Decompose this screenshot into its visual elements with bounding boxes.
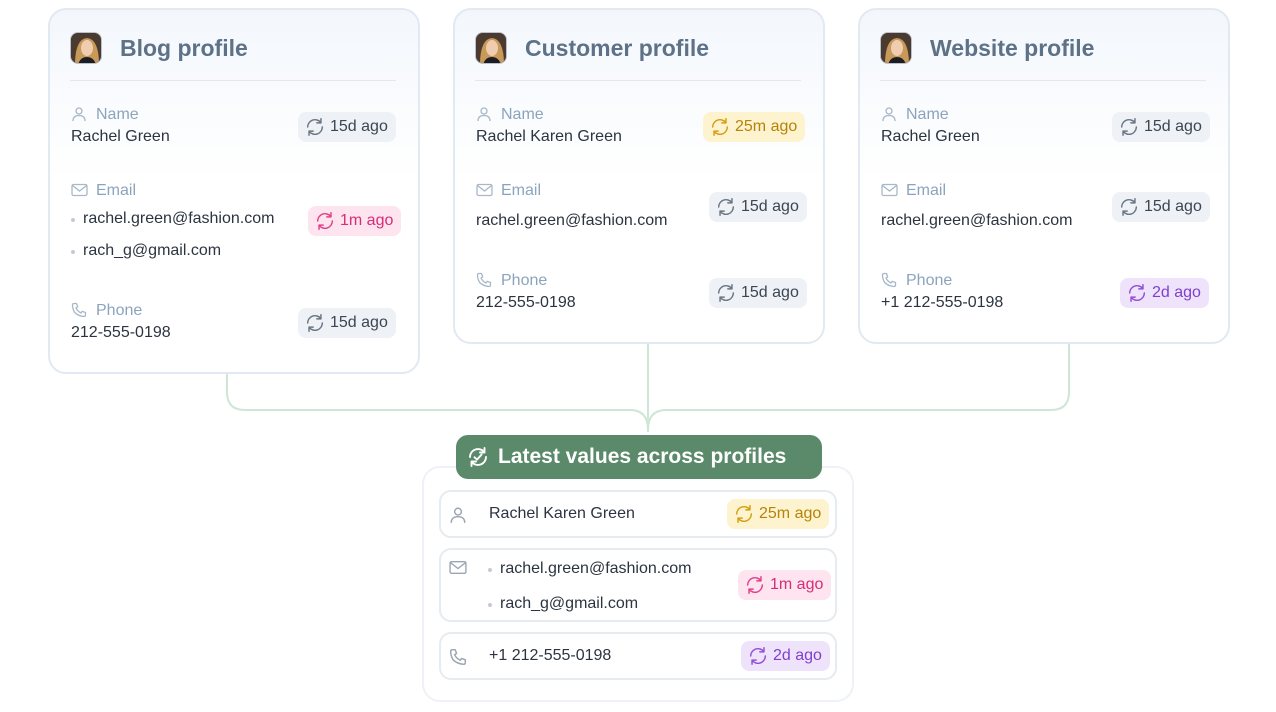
avatar: [70, 32, 102, 64]
sync-icon: [469, 447, 487, 467]
avatar: [880, 32, 912, 64]
customer-profile-card: Customer profile Name Rachel Karen Green…: [453, 8, 825, 344]
phone-updated-badge: 2d ago: [1120, 278, 1209, 308]
merged-title: Latest values across profiles: [498, 445, 787, 468]
merged-email-badge: 1m ago: [738, 570, 832, 600]
sync-icon: [717, 198, 735, 216]
sync-icon: [1120, 198, 1138, 216]
merged-phone-value: +1 212-555-0198: [489, 647, 612, 664]
avatar: [475, 32, 507, 64]
envelope-icon: [476, 183, 493, 197]
card-header: Website profile: [880, 30, 1206, 81]
sync-icon: [749, 647, 767, 665]
card-title: Customer profile: [525, 35, 710, 61]
card-header: Customer profile: [475, 30, 801, 81]
sync-icon: [316, 212, 334, 230]
email-value: rachel.green@fashion.com: [476, 212, 668, 229]
blog-profile-card: Blog profile Name Rachel Green 15d ago E…: [48, 8, 420, 374]
card-header: Blog profile: [70, 30, 396, 81]
phone-icon: [476, 272, 492, 288]
card-title: Blog profile: [120, 35, 248, 61]
merged-name-value: Rachel Karen Green: [489, 505, 635, 522]
name-updated-badge: 15d ago: [1112, 112, 1210, 142]
merged-email-item: rachel.green@fashion.com: [487, 560, 692, 577]
email-item: rach_g@gmail.com: [70, 242, 222, 259]
name-label: Name: [477, 106, 544, 124]
name-value: Rachel Green: [881, 128, 980, 145]
sync-icon: [306, 118, 324, 136]
phone-updated-badge: 15d ago: [709, 278, 807, 308]
name-updated-badge: 15d ago: [298, 112, 396, 142]
person-icon: [477, 107, 491, 122]
name-updated-badge: 25m ago: [703, 112, 806, 142]
merged-phone-row: +1 212-555-0198 2d ago: [439, 632, 837, 680]
email-updated-badge: 15d ago: [709, 192, 807, 222]
phone-icon: [881, 272, 897, 288]
sync-icon: [711, 118, 729, 136]
name-label: Name: [72, 106, 139, 124]
sync-icon: [717, 284, 735, 302]
website-profile-card: Website profile Name Rachel Green 15d ag…: [858, 8, 1230, 344]
name-label: Name: [882, 106, 949, 124]
envelope-icon: [881, 183, 898, 197]
envelope-icon: [71, 183, 88, 197]
envelope-icon: [449, 560, 467, 575]
sync-icon: [306, 314, 324, 332]
phone-value: 212-555-0198: [71, 324, 171, 341]
person-icon: [72, 107, 86, 122]
email-updated-badge: 15d ago: [1112, 192, 1210, 222]
merged-name-row: Rachel Karen Green 25m ago: [439, 490, 837, 538]
phone-updated-badge: 15d ago: [298, 308, 396, 338]
sync-icon: [1128, 284, 1146, 302]
phone-label: Phone: [476, 272, 547, 290]
sync-icon: [1120, 118, 1138, 136]
email-updated-badge: 1m ago: [308, 206, 402, 236]
email-value: rachel.green@fashion.com: [881, 212, 1073, 229]
person-icon: [882, 107, 896, 122]
person-icon: [450, 507, 466, 523]
name-value: Rachel Karen Green: [476, 128, 622, 145]
merged-email-item: rach_g@gmail.com: [487, 595, 639, 612]
phone-icon: [449, 648, 467, 666]
sync-icon: [746, 576, 764, 594]
connector-blog: [226, 372, 649, 431]
email-label: Email: [881, 182, 946, 200]
phone-value: 212-555-0198: [476, 294, 576, 311]
connector-website: [647, 343, 1070, 431]
phone-value: +1 212-555-0198: [881, 294, 1004, 311]
merged-name-badge: 25m ago: [727, 499, 830, 529]
phone-label: Phone: [71, 302, 142, 320]
email-item: rachel.green@fashion.com: [70, 210, 275, 227]
email-label: Email: [476, 182, 541, 200]
phone-icon: [71, 302, 87, 318]
card-title: Website profile: [930, 35, 1095, 61]
merged-email-row: rachel.green@fashion.com rach_g@gmail.co…: [439, 548, 837, 622]
phone-label: Phone: [881, 272, 952, 290]
sync-icon: [735, 505, 753, 523]
merged-title-pill: Latest values across profiles: [456, 435, 822, 479]
merged-phone-badge: 2d ago: [741, 641, 830, 671]
email-label: Email: [71, 182, 136, 200]
name-value: Rachel Green: [71, 128, 170, 145]
